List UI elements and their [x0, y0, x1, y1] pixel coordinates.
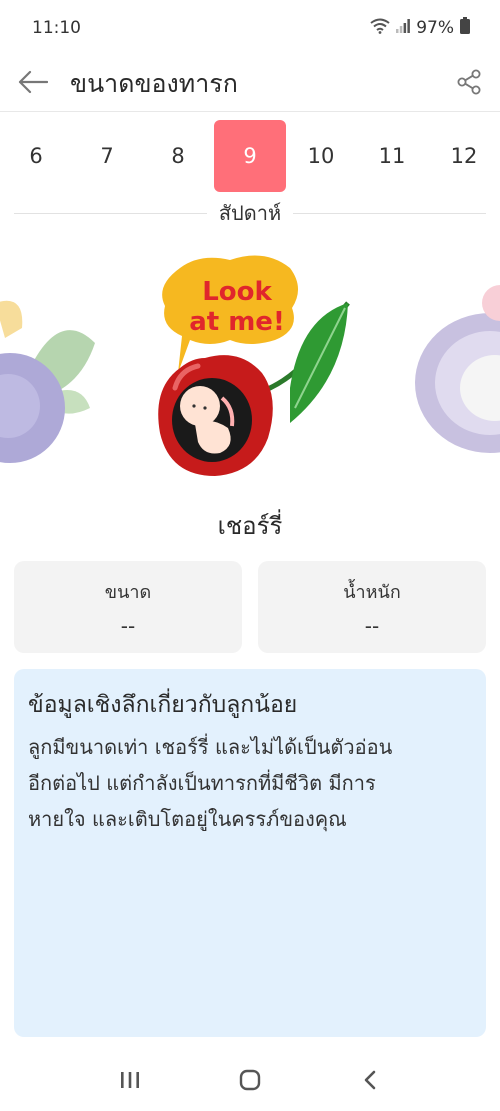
- insight-body: ลูกมีขนาดเท่า เชอร์รี่ และไม่ได้เป็นตัวอ…: [28, 729, 472, 837]
- insight-line: หายใจ และเติบโตอยู่ในครรภ์ของคุณ: [28, 807, 347, 831]
- home-icon: [239, 1069, 261, 1090]
- share-icon[interactable]: [456, 69, 482, 99]
- app-bar: ขนาดของทารก: [0, 56, 500, 112]
- insight-line: อีกต่อไป แต่กำลังเป็นทารกที่มีชีวิต มีกา…: [28, 771, 376, 795]
- battery-icon: [460, 17, 470, 39]
- cherry-illustration: [158, 355, 273, 476]
- week-item[interactable]: 8: [142, 120, 214, 192]
- insight-title: ข้อมูลเชิงลึกเกี่ยวกับลูกน้อย: [28, 692, 298, 718]
- weight-label: น้ำหนัก: [343, 582, 401, 603]
- week-item[interactable]: 7: [71, 120, 143, 192]
- week-item[interactable]: 10: [285, 120, 357, 192]
- status-time: 11:10: [32, 18, 81, 38]
- home-button[interactable]: [230, 1060, 270, 1100]
- speech-bubble: Look at me!: [162, 255, 299, 373]
- previous-fruit-illustration: [0, 300, 95, 463]
- size-card: ขนาด --: [14, 561, 242, 653]
- bubble-text-line2: at me!: [189, 307, 285, 337]
- insight-line: ลูกมีขนาดเท่า เชอร์รี่ และไม่ได้เป็นตัวอ…: [28, 735, 393, 759]
- wifi-icon: [370, 18, 390, 39]
- recent-apps-button[interactable]: [110, 1060, 150, 1100]
- week-label-divider: สัปดาห์: [14, 198, 486, 228]
- recent-apps-icon: [121, 1071, 139, 1088]
- week-label: สัปดาห์: [218, 201, 282, 225]
- status-icons: 97%: [370, 17, 470, 39]
- page-title: ขนาดของทารก: [70, 68, 238, 98]
- divider-line: [293, 212, 486, 214]
- week-item[interactable]: 11: [356, 120, 428, 192]
- week-item[interactable]: 12: [428, 120, 500, 192]
- back-chevron-icon: [364, 1070, 376, 1089]
- bubble-text-line1: Look: [202, 277, 272, 307]
- battery-percent: 97%: [416, 18, 454, 38]
- fruit-carousel[interactable]: Look at me!: [0, 248, 500, 498]
- divider-line: [14, 212, 207, 214]
- week-item[interactable]: 6: [0, 120, 72, 192]
- week-item-selected[interactable]: 9: [214, 120, 286, 192]
- fruit-name: เชอร์รี่: [217, 512, 283, 540]
- back-arrow-icon[interactable]: [18, 70, 49, 98]
- next-fruit-illustration: [415, 285, 500, 453]
- week-selector: 6 7 8 9 10 11 12: [0, 120, 500, 192]
- weight-card: น้ำหนัก --: [258, 561, 486, 653]
- system-nav-bar: [0, 1048, 500, 1111]
- fruit-illustrations: Look at me!: [0, 255, 500, 476]
- insight-box: ข้อมูลเชิงลึกเกี่ยวกับลูกน้อย ลูกมีขนาดเ…: [14, 669, 486, 1037]
- size-value: --: [120, 614, 136, 638]
- size-label: ขนาด: [104, 582, 152, 603]
- signal-icon: [396, 18, 411, 38]
- back-button[interactable]: [350, 1060, 390, 1100]
- status-bar: 11:10 97%: [0, 0, 500, 56]
- weight-value: --: [364, 614, 380, 638]
